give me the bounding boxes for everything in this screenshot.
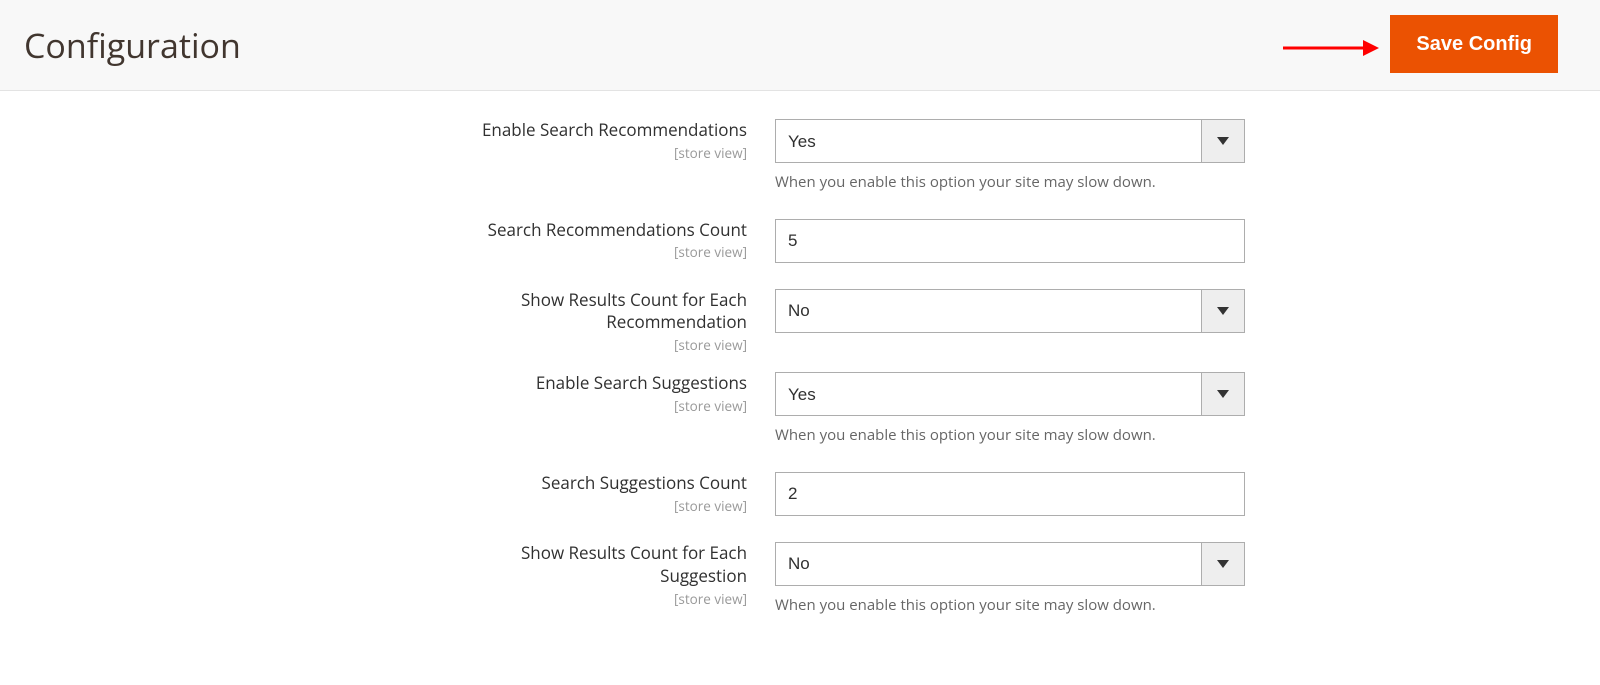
- field-note: When you enable this option your site ma…: [775, 596, 1245, 616]
- scope-label: [store view]: [0, 144, 747, 162]
- field-show-results-per-recommendation: Show Results Count for Each Recommendati…: [0, 289, 1600, 355]
- page-header: Configuration Save Config: [0, 0, 1600, 91]
- search-suggestions-count-input[interactable]: [775, 472, 1245, 516]
- field-search-suggestions-count: Search Suggestions Count [store view]: [0, 472, 1600, 516]
- show-results-per-suggestion-select[interactable]: No: [775, 542, 1245, 586]
- field-note: When you enable this option your site ma…: [775, 173, 1245, 193]
- scope-label: [store view]: [0, 336, 747, 354]
- field-label: Show Results Count for Each Recommendati…: [437, 289, 747, 335]
- field-search-recommendations-count: Search Recommendations Count [store view…: [0, 219, 1600, 263]
- field-label: Enable Search Suggestions: [536, 372, 747, 395]
- field-label: Show Results Count for Each Suggestion: [437, 542, 747, 588]
- field-note: When you enable this option your site ma…: [775, 426, 1245, 446]
- field-enable-search-suggestions: Enable Search Suggestions [store view] Y…: [0, 372, 1600, 446]
- enable-search-suggestions-select[interactable]: Yes: [775, 372, 1245, 416]
- scope-label: [store view]: [0, 497, 747, 515]
- field-show-results-per-suggestion: Show Results Count for Each Suggestion […: [0, 542, 1600, 616]
- enable-search-recommendations-select[interactable]: Yes: [775, 119, 1245, 163]
- scope-label: [store view]: [0, 243, 747, 261]
- config-form: Enable Search Recommendations [store vie…: [0, 91, 1600, 681]
- scope-label: [store view]: [0, 397, 747, 415]
- show-results-per-recommendation-select[interactable]: No: [775, 289, 1245, 333]
- save-config-button[interactable]: Save Config: [1390, 15, 1558, 73]
- field-label: Enable Search Recommendations: [482, 119, 747, 142]
- field-label: Search Recommendations Count: [488, 219, 747, 242]
- page-title: Configuration: [24, 25, 241, 66]
- scope-label: [store view]: [0, 590, 747, 608]
- arrow-annotation-icon: [1283, 38, 1379, 58]
- field-enable-search-recommendations: Enable Search Recommendations [store vie…: [0, 119, 1600, 193]
- search-recommendations-count-input[interactable]: [775, 219, 1245, 263]
- field-label: Search Suggestions Count: [542, 472, 747, 495]
